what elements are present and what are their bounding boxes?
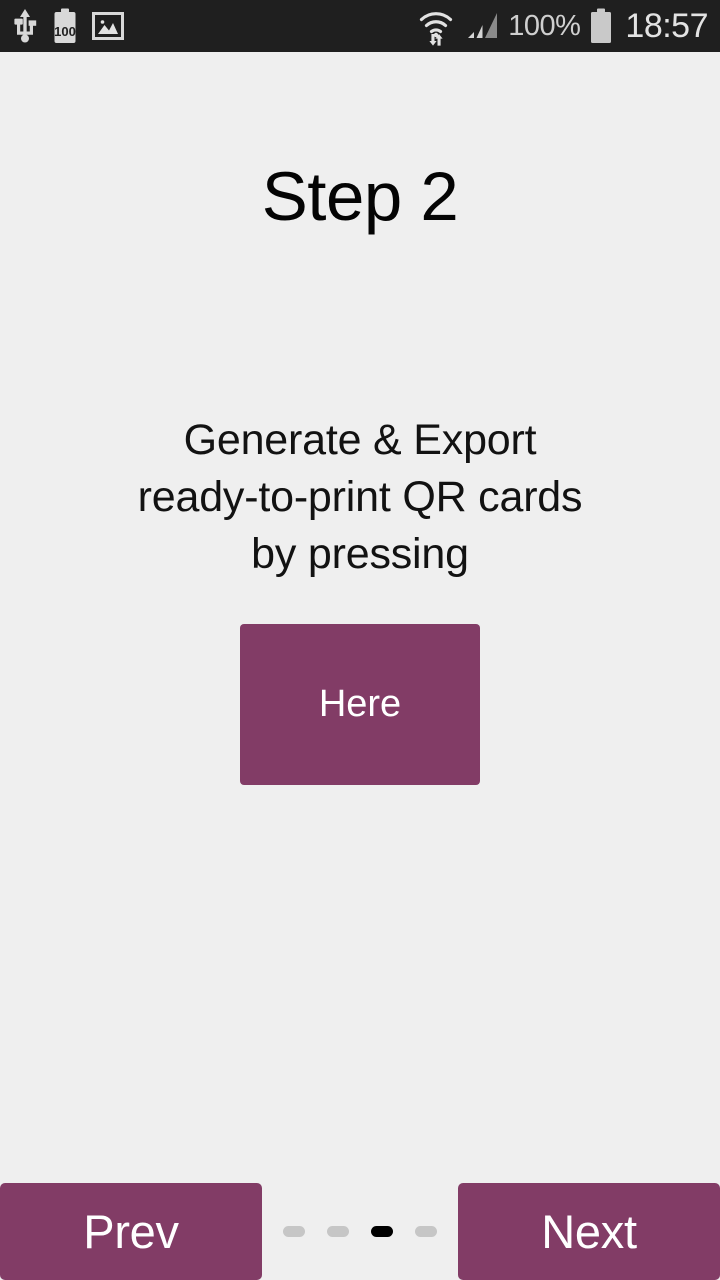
instruction-line-3: by pressing: [251, 530, 469, 578]
battery-percent-label: 100%: [508, 9, 581, 42]
status-bar-left-icons: 100: [12, 8, 124, 44]
here-button[interactable]: Here: [240, 624, 480, 785]
instruction-text: Generate & Export ready-to-print QR card…: [0, 412, 720, 583]
page-dot-2[interactable]: [327, 1226, 349, 1237]
page-dot-1[interactable]: [283, 1226, 305, 1237]
page-indicator: [262, 1183, 458, 1280]
page-dot-3[interactable]: [371, 1226, 393, 1237]
phone-screen: 100 100% 18:57 Step 2 Generate & Export …: [0, 0, 720, 1280]
wifi-transfer-icon: [416, 6, 456, 46]
status-bar-right-icons: 100% 18:57: [416, 6, 708, 46]
status-bar-clock: 18:57: [625, 7, 708, 45]
battery-charge-level: 100: [54, 24, 76, 39]
battery-charge-icon: 100: [52, 8, 78, 44]
bottom-navigation: Prev Next: [0, 1183, 720, 1280]
page-title: Step 2: [261, 158, 459, 235]
instruction-line-1: Generate & Export: [183, 416, 537, 464]
status-bar: 100 100% 18:57: [0, 0, 720, 52]
page-dot-4[interactable]: [415, 1226, 437, 1237]
instruction-line-2: ready-to-print QR cards: [137, 473, 583, 521]
usb-icon: [12, 8, 38, 44]
cell-signal-icon: [465, 9, 499, 43]
gallery-image-icon: [92, 10, 124, 42]
prev-button[interactable]: Prev: [0, 1183, 262, 1280]
battery-full-icon: [589, 8, 613, 44]
next-button[interactable]: Next: [458, 1183, 720, 1280]
